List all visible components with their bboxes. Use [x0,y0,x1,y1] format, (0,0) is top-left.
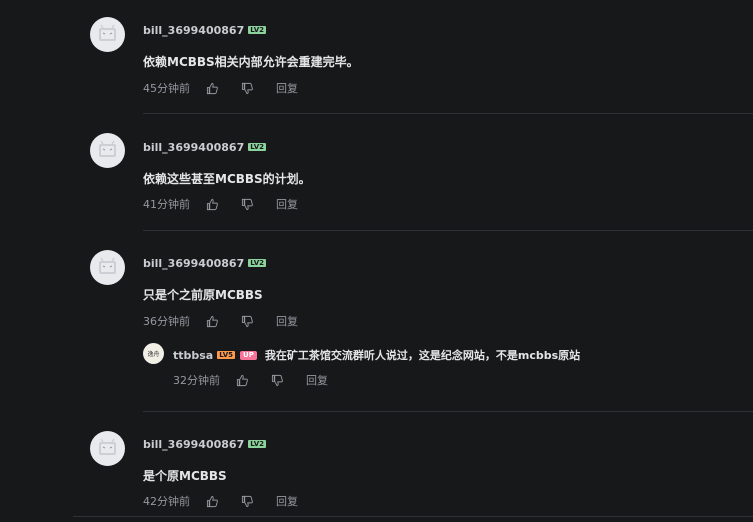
sub-reply-meta: 32分钟前 回复 [173,373,328,387]
thumbs-down-icon[interactable] [241,82,254,95]
comment-text: 是个原MCBBS [143,469,227,483]
thumbs-up-icon[interactable] [236,374,249,387]
thumbs-up-icon[interactable] [206,495,219,508]
thumbs-down-icon[interactable] [271,374,284,387]
divider [143,113,753,114]
comment-time: 45分钟前 [143,82,190,95]
sub-reply-line: ttbbsa LV5 UP 我在矿工茶馆交流群听人说过，这是纪念网站，不是mcbbs原… [173,347,580,363]
up-badge: UP [240,351,257,360]
default-avatar-icon[interactable] [90,250,125,285]
sub-reply-avatar[interactable]: 逸舟 [143,343,164,364]
reply-button[interactable]: 回复 [306,372,328,388]
default-avatar-icon[interactable] [90,133,125,168]
comment-username[interactable]: bill_3699400867 LV2 [143,438,267,451]
comment-time: 41分钟前 [143,198,190,211]
level-badge: LV2 [248,259,267,267]
thumbs-up-icon[interactable] [206,198,219,211]
comment-time: 42分钟前 [143,495,190,508]
comment-meta: 36分钟前 回复 [143,314,298,328]
divider [143,411,753,412]
reply-button[interactable]: 回复 [276,196,298,212]
reply-button[interactable]: 回复 [276,313,298,329]
thumbs-up-icon[interactable] [206,82,219,95]
divider [73,516,753,517]
comment-meta: 42分钟前 回复 [143,494,298,508]
thumbs-down-icon[interactable] [241,495,254,508]
reply-button[interactable]: 回复 [276,80,298,96]
comment-time: 32分钟前 [173,374,220,387]
thumbs-up-icon[interactable] [206,315,219,328]
thumbs-down-icon[interactable] [241,198,254,211]
comment-text: 只是个之前原MCBBS [143,288,263,302]
divider [143,230,753,231]
comment-text: 依赖MCBBS相关内部允许会重建完毕。 [143,55,359,69]
reply-button[interactable]: 回复 [276,493,298,509]
comment-username[interactable]: bill_3699400867 LV2 [143,257,267,270]
default-avatar-icon[interactable] [90,431,125,466]
thumbs-down-icon[interactable] [241,315,254,328]
sub-reply-username[interactable]: ttbbsa [173,349,213,362]
comment-username[interactable]: bill_3699400867 LV2 [143,24,267,37]
level-badge: LV2 [248,143,267,151]
sub-reply-text: 我在矿工茶馆交流群听人说过，这是纪念网站，不是mcbbs原站 [264,349,581,362]
comment-meta: 41分钟前 回复 [143,197,298,211]
level-badge: LV5 [217,351,236,359]
level-badge: LV2 [248,440,267,448]
comment-meta: 45分钟前 回复 [143,81,298,95]
comment-time: 36分钟前 [143,315,190,328]
default-avatar-icon[interactable] [90,17,125,52]
comment-text: 依赖这些甚至MCBBS的计划。 [143,172,311,186]
comment-username[interactable]: bill_3699400867 LV2 [143,141,267,154]
level-badge: LV2 [248,26,267,34]
